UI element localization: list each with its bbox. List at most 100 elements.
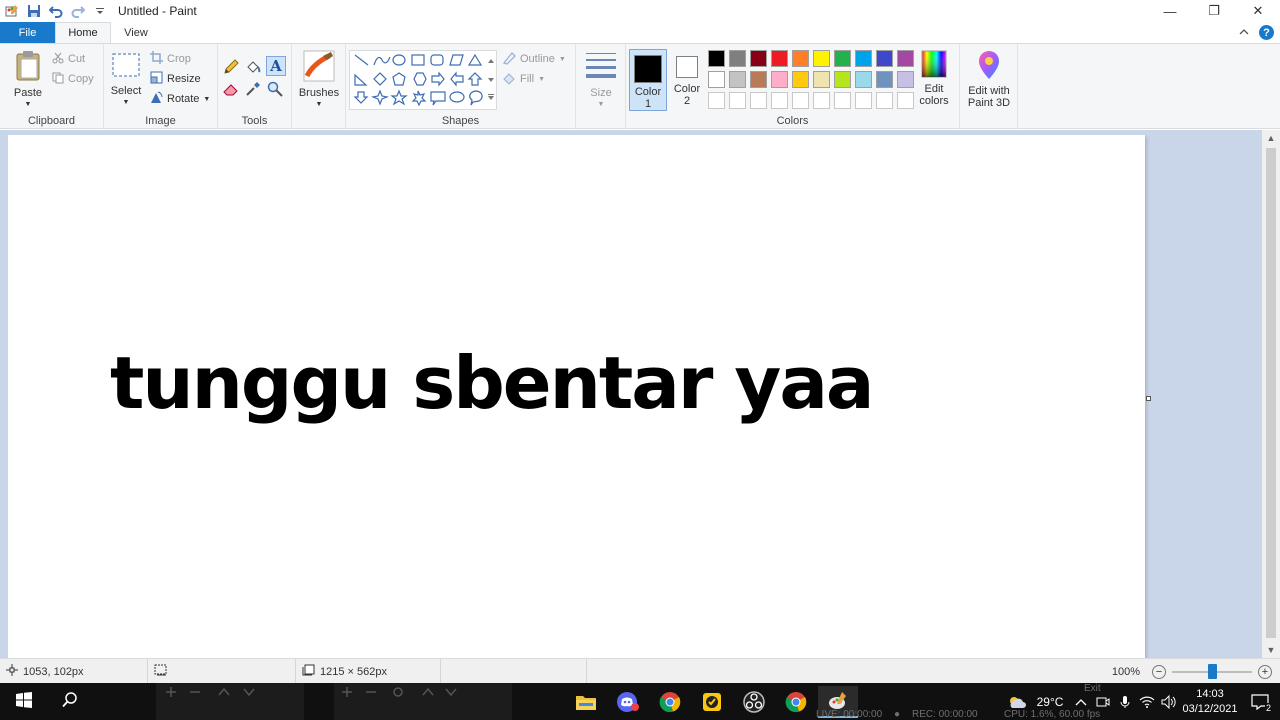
weather-temperature[interactable]: 29°C (1030, 683, 1070, 720)
palette-swatch[interactable] (750, 92, 767, 109)
tab-home[interactable]: Home (55, 22, 111, 43)
clock-time: 14:03 (1196, 687, 1224, 700)
palette-swatch[interactable] (792, 50, 809, 67)
palette-swatch[interactable] (855, 71, 872, 88)
palette-swatch[interactable] (750, 71, 767, 88)
minimize-button[interactable]: — (1148, 0, 1192, 22)
palette-swatch[interactable] (708, 71, 725, 88)
zoom-out-icon[interactable]: − (1152, 664, 1166, 679)
clipboard-group-label: Clipboard (27, 115, 76, 127)
fill-button[interactable]: Fill ▼ (502, 70, 545, 88)
palette-swatch[interactable] (897, 92, 914, 109)
paste-button[interactable]: Paste ▼ (8, 50, 48, 111)
palette-swatch[interactable] (834, 71, 851, 88)
palette-swatch[interactable] (771, 92, 788, 109)
eraser-icon[interactable] (222, 80, 240, 98)
wifi-icon[interactable] (1136, 683, 1158, 720)
palette-swatch[interactable] (834, 50, 851, 67)
brushes-button[interactable]: Brushes ▼ (296, 50, 342, 111)
notifications-icon[interactable]: 2 (1240, 683, 1280, 720)
palette-swatch[interactable] (729, 50, 746, 67)
tab-file[interactable]: File (0, 22, 55, 43)
palette-swatch[interactable] (708, 50, 725, 67)
microphone-icon[interactable] (1114, 683, 1136, 720)
zoom-in-icon[interactable]: + (1258, 664, 1272, 679)
crop-button[interactable]: Crop (150, 50, 191, 68)
palette-swatch[interactable] (876, 50, 893, 67)
customize-qat-icon[interactable] (92, 3, 108, 19)
vertical-scrollbar[interactable]: ▲ ▼ (1262, 130, 1280, 658)
discord-icon[interactable] (608, 686, 648, 718)
canvas-resize-handle[interactable] (1146, 396, 1151, 401)
palette-swatch[interactable] (855, 92, 872, 109)
palette-swatch[interactable] (813, 50, 830, 67)
cut-button[interactable]: Cut (52, 50, 85, 68)
paint-app-icon[interactable] (4, 3, 20, 19)
pencil-icon[interactable] (222, 58, 240, 76)
chrome-icon[interactable] (650, 686, 690, 718)
chrome-profile-icon[interactable] (776, 686, 816, 718)
volume-icon[interactable] (1158, 683, 1180, 720)
maximize-button[interactable]: ❐ (1192, 0, 1236, 22)
tab-view[interactable]: View (111, 22, 161, 43)
palette-swatch[interactable] (792, 71, 809, 88)
palette-swatch[interactable] (876, 71, 893, 88)
color2-button[interactable]: Color 2 (670, 49, 704, 111)
palette-swatch[interactable] (897, 50, 914, 67)
palette-swatch[interactable] (876, 92, 893, 109)
edit-colors-button[interactable]: Edit colors (916, 50, 952, 107)
zoom-value: 100% (1111, 665, 1140, 678)
scrollbar-thumb[interactable] (1266, 148, 1276, 638)
fill-dropdown-icon: ▼ (538, 75, 545, 83)
zoom-slider-thumb[interactable] (1207, 663, 1217, 679)
text-tool-icon[interactable]: A (266, 56, 286, 76)
obs-studio-icon[interactable] (734, 686, 774, 718)
start-button[interactable] (0, 683, 48, 720)
redo-icon[interactable] (70, 3, 86, 19)
close-button[interactable]: ✕ (1236, 0, 1280, 22)
palette-swatch[interactable] (771, 71, 788, 88)
outline-button[interactable]: Outline ▼ (502, 50, 566, 68)
copy-button[interactable]: Copy (52, 70, 94, 88)
tools-group: A Tools (218, 44, 292, 129)
file-explorer-icon[interactable] (566, 686, 606, 718)
palette-swatch[interactable] (771, 50, 788, 67)
palette-swatch[interactable] (729, 71, 746, 88)
save-icon[interactable] (26, 3, 42, 19)
collapse-ribbon-icon[interactable] (1239, 27, 1249, 39)
scroll-down-icon[interactable]: ▼ (1262, 642, 1280, 658)
size-button[interactable]: Size ▼ (580, 50, 622, 111)
weather-cloud-icon[interactable] (1004, 683, 1030, 720)
scroll-up-icon[interactable]: ▲ (1262, 130, 1280, 146)
ribbon-tabs: File Home View ? (0, 22, 1280, 43)
palette-swatch[interactable] (792, 92, 809, 109)
magnifier-icon[interactable] (266, 80, 284, 98)
palette-swatch[interactable] (729, 92, 746, 109)
clock[interactable]: 14:03 03/12/2021 (1180, 687, 1240, 717)
camera-icon[interactable] (1092, 683, 1114, 720)
palette-swatch[interactable] (813, 71, 830, 88)
help-icon[interactable]: ? (1259, 25, 1274, 40)
rotate-button[interactable]: Rotate ▼ (150, 90, 210, 108)
zoom-control: 100% − + (1112, 659, 1272, 684)
shapes-gallery-icons[interactable] (350, 51, 498, 111)
color1-button[interactable]: Color 1 (629, 49, 667, 111)
palette-swatch[interactable] (708, 92, 725, 109)
drawing-canvas[interactable]: tunggu sbentar yaa (8, 135, 1145, 658)
resize-button[interactable]: Resize (150, 70, 201, 88)
palette-swatch[interactable] (855, 50, 872, 67)
zoom-slider[interactable] (1172, 663, 1252, 679)
search-button[interactable] (48, 683, 92, 720)
palette-swatch[interactable] (897, 71, 914, 88)
show-hidden-icons-icon[interactable] (1070, 683, 1092, 720)
select-button[interactable]: Select ▼ (110, 52, 142, 109)
palette-swatch[interactable] (813, 92, 830, 109)
undo-icon[interactable] (48, 3, 64, 19)
fill-bucket-icon[interactable] (244, 58, 262, 76)
edit-with-paint3d-button[interactable]: Edit with Paint 3D (963, 50, 1015, 109)
color-picker-icon[interactable] (244, 80, 262, 98)
outline-label: Outline (520, 53, 555, 65)
palette-swatch[interactable] (834, 92, 851, 109)
palette-swatch[interactable] (750, 50, 767, 67)
norton-icon[interactable] (692, 686, 732, 718)
